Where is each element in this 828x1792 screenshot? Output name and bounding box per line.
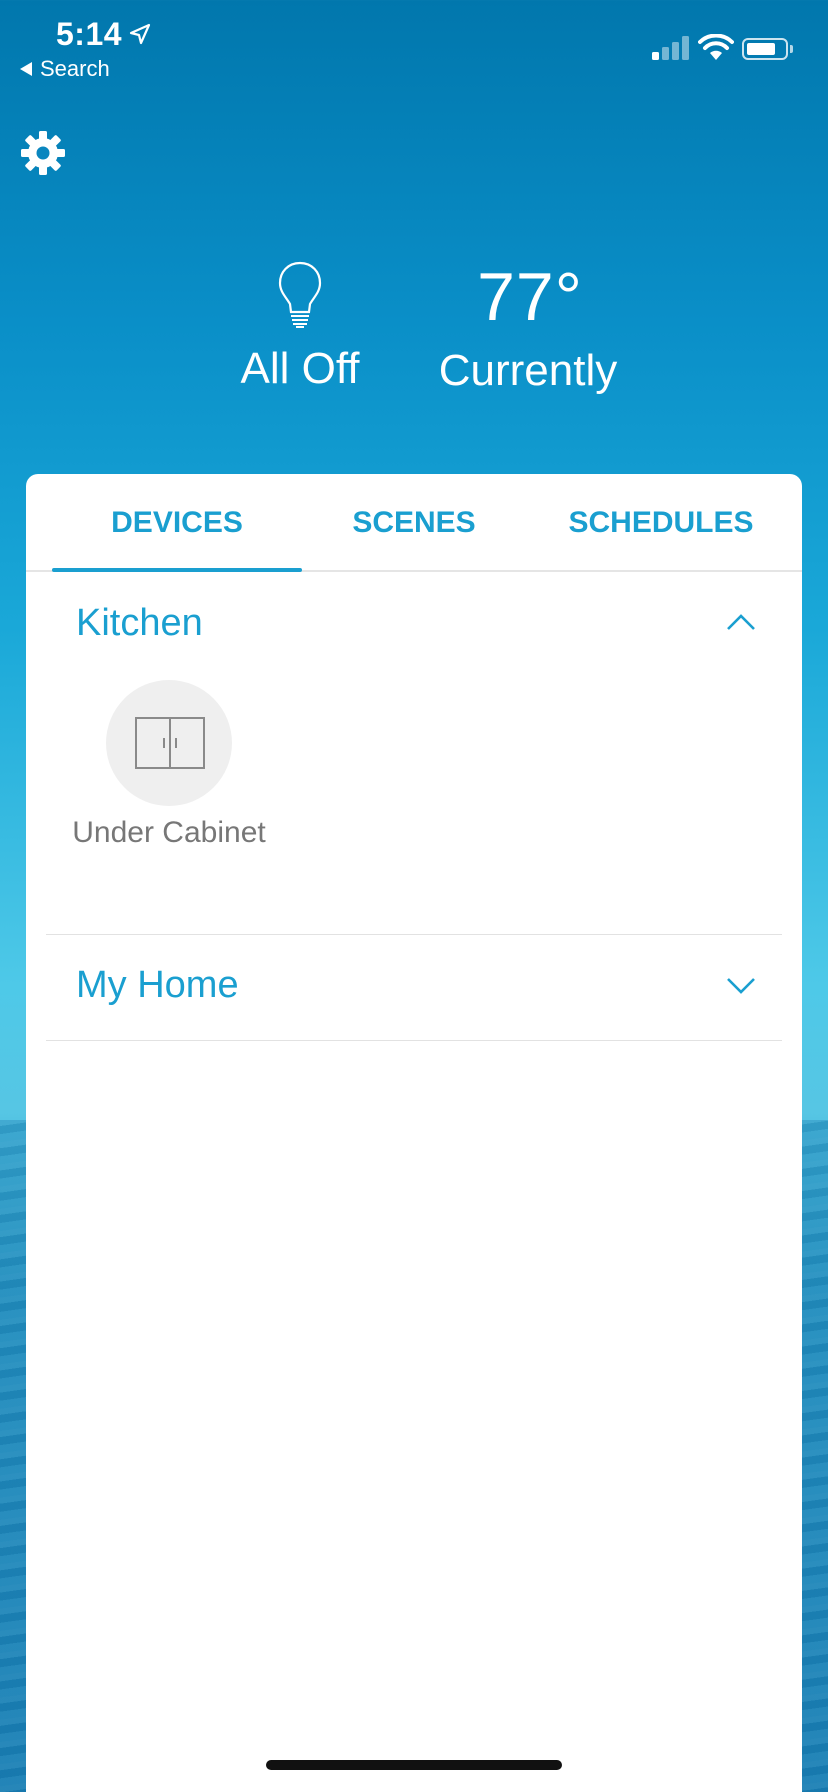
divider <box>46 1040 782 1041</box>
status-time: 5:14 <box>56 16 123 52</box>
location-arrow-icon <box>129 23 151 45</box>
back-to-search-link[interactable]: Search <box>20 56 110 82</box>
settings-gear-icon[interactable] <box>20 130 66 176</box>
group-title: Kitchen <box>76 602 203 644</box>
home-indicator[interactable] <box>266 1760 562 1770</box>
cabinet-icon <box>135 717 205 769</box>
tab-bar: DEVICES SCENES SCHEDULES <box>26 474 802 572</box>
devices-card: DEVICES SCENES SCHEDULES Kitchen Under C… <box>26 474 802 1792</box>
group-header-my-home[interactable]: My Home <box>26 934 802 1034</box>
back-link-label: Search <box>40 56 110 81</box>
cellular-signal-icon <box>652 36 689 60</box>
battery-tip <box>790 45 793 53</box>
group-title: My Home <box>76 964 239 1006</box>
tab-scenes[interactable]: SCENES <box>314 506 514 540</box>
temperature-caption: Currently <box>438 346 618 395</box>
chevron-up-icon[interactable] <box>726 612 756 632</box>
device-label: Under Cabinet <box>72 816 266 849</box>
tab-devices[interactable]: DEVICES <box>52 506 302 540</box>
group-header-kitchen[interactable]: Kitchen <box>26 572 802 672</box>
battery-icon <box>742 38 788 60</box>
wifi-icon <box>698 34 734 60</box>
temperature-value: 77° <box>477 259 583 335</box>
all-off-button[interactable]: All Off <box>210 344 390 394</box>
tab-schedules[interactable]: SCHEDULES <box>536 506 786 540</box>
back-arrow-icon <box>20 62 32 76</box>
chevron-down-icon[interactable] <box>726 976 756 996</box>
lightbulb-icon[interactable] <box>276 260 324 330</box>
